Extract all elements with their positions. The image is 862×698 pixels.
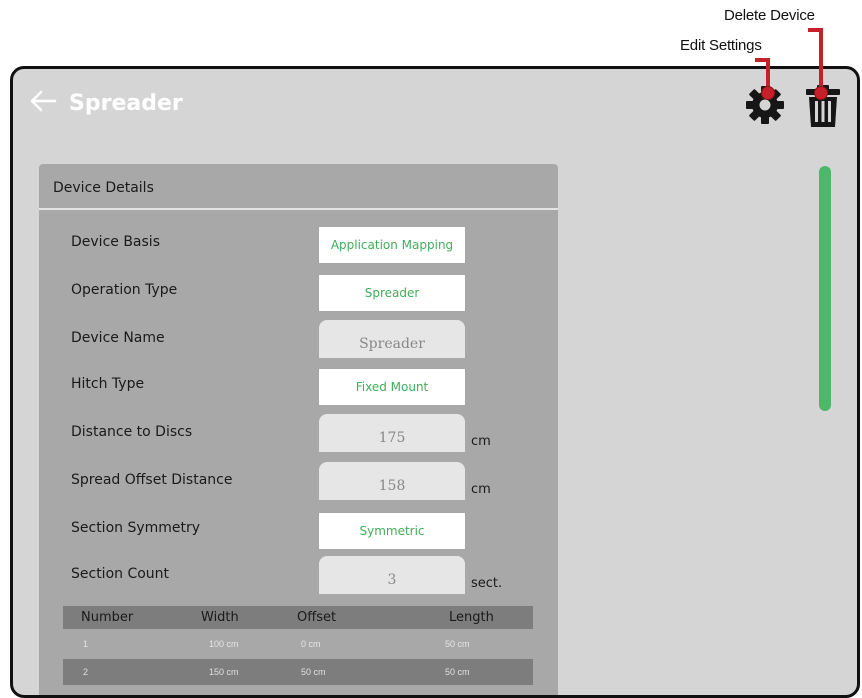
device-screen: Spreader Device Details Device Basis App… [10, 66, 860, 698]
section-count-input[interactable]: 3 [319, 556, 465, 594]
edit-settings-callout-dot [761, 86, 775, 100]
cell-number: 1 [83, 639, 89, 649]
cell-width: 150 cm [209, 667, 239, 677]
column-header-length: Length [449, 610, 494, 625]
cell-offset: 0 cm [301, 639, 321, 649]
spread-offset-distance-row: Spread Offset Distance 158 cm [39, 462, 558, 506]
device-basis-row: Device Basis Application Mapping [39, 224, 558, 268]
device-name-input[interactable]: Spreader [319, 320, 465, 358]
section-symmetry-label: Section Symmetry [71, 520, 201, 536]
device-name-label: Device Name [71, 330, 165, 346]
back-button[interactable] [29, 87, 57, 121]
distance-to-discs-input[interactable]: 175 [319, 414, 465, 452]
cell-length: 50 cm [445, 639, 470, 649]
operation-type-label: Operation Type [71, 282, 178, 298]
section-table: Number Width Offset Length 1 100 cm 0 cm… [63, 606, 533, 685]
spread-offset-distance-label: Spread Offset Distance [71, 472, 233, 488]
delete-device-callout-dot [814, 86, 828, 100]
table-row[interactable]: 2 150 cm 50 cm 50 cm [63, 659, 533, 685]
table-row[interactable]: 1 100 cm 0 cm 50 cm [63, 629, 533, 659]
section-symmetry-row: Section Symmetry Symmetric [39, 510, 558, 554]
section-symmetry-select[interactable]: Symmetric [319, 513, 465, 549]
edit-settings-callout-label: Edit Settings [680, 37, 762, 54]
delete-device-callout-line [819, 28, 823, 90]
cell-width: 100 cm [209, 639, 239, 649]
arrow-left-icon [30, 90, 57, 112]
operation-type-select[interactable]: Spreader [319, 275, 465, 311]
section-count-unit: sect. [471, 576, 503, 591]
table-header-row: Number Width Offset Length [63, 606, 533, 629]
hitch-type-label: Hitch Type [71, 376, 145, 392]
cell-offset: 50 cm [301, 667, 326, 677]
column-header-width: Width [201, 610, 239, 625]
hitch-type-select[interactable]: Fixed Mount [319, 369, 465, 405]
column-header-offset: Offset [297, 610, 337, 625]
section-count-label: Section Count [71, 566, 170, 582]
page-title: Spreader [69, 91, 183, 116]
cell-number: 2 [83, 667, 89, 677]
column-header-number: Number [81, 610, 134, 625]
panel-title: Device Details [39, 164, 558, 210]
distance-to-discs-row: Distance to Discs 175 cm [39, 414, 558, 458]
screen-header: Spreader [13, 69, 857, 139]
device-basis-label: Device Basis [71, 234, 160, 250]
distance-to-discs-label: Distance to Discs [71, 424, 193, 440]
operation-type-row: Operation Type Spreader [39, 272, 558, 316]
spread-offset-distance-unit: cm [471, 482, 491, 497]
hitch-type-row: Hitch Type Fixed Mount [39, 366, 558, 410]
scrollbar[interactable] [819, 166, 831, 411]
device-name-row: Device Name Spreader [39, 320, 558, 364]
device-details-panel: Device Details Device Basis Application … [39, 164, 558, 695]
device-basis-select[interactable]: Application Mapping [319, 227, 465, 263]
section-count-row: Section Count 3 sect. [39, 556, 558, 600]
cell-length: 50 cm [445, 667, 470, 677]
delete-device-callout-label: Delete Device [724, 7, 815, 24]
spread-offset-distance-input[interactable]: 158 [319, 462, 465, 500]
edit-settings-callout-line-h [755, 58, 770, 62]
delete-device-callout-line-h [808, 28, 823, 32]
distance-to-discs-unit: cm [471, 434, 491, 449]
